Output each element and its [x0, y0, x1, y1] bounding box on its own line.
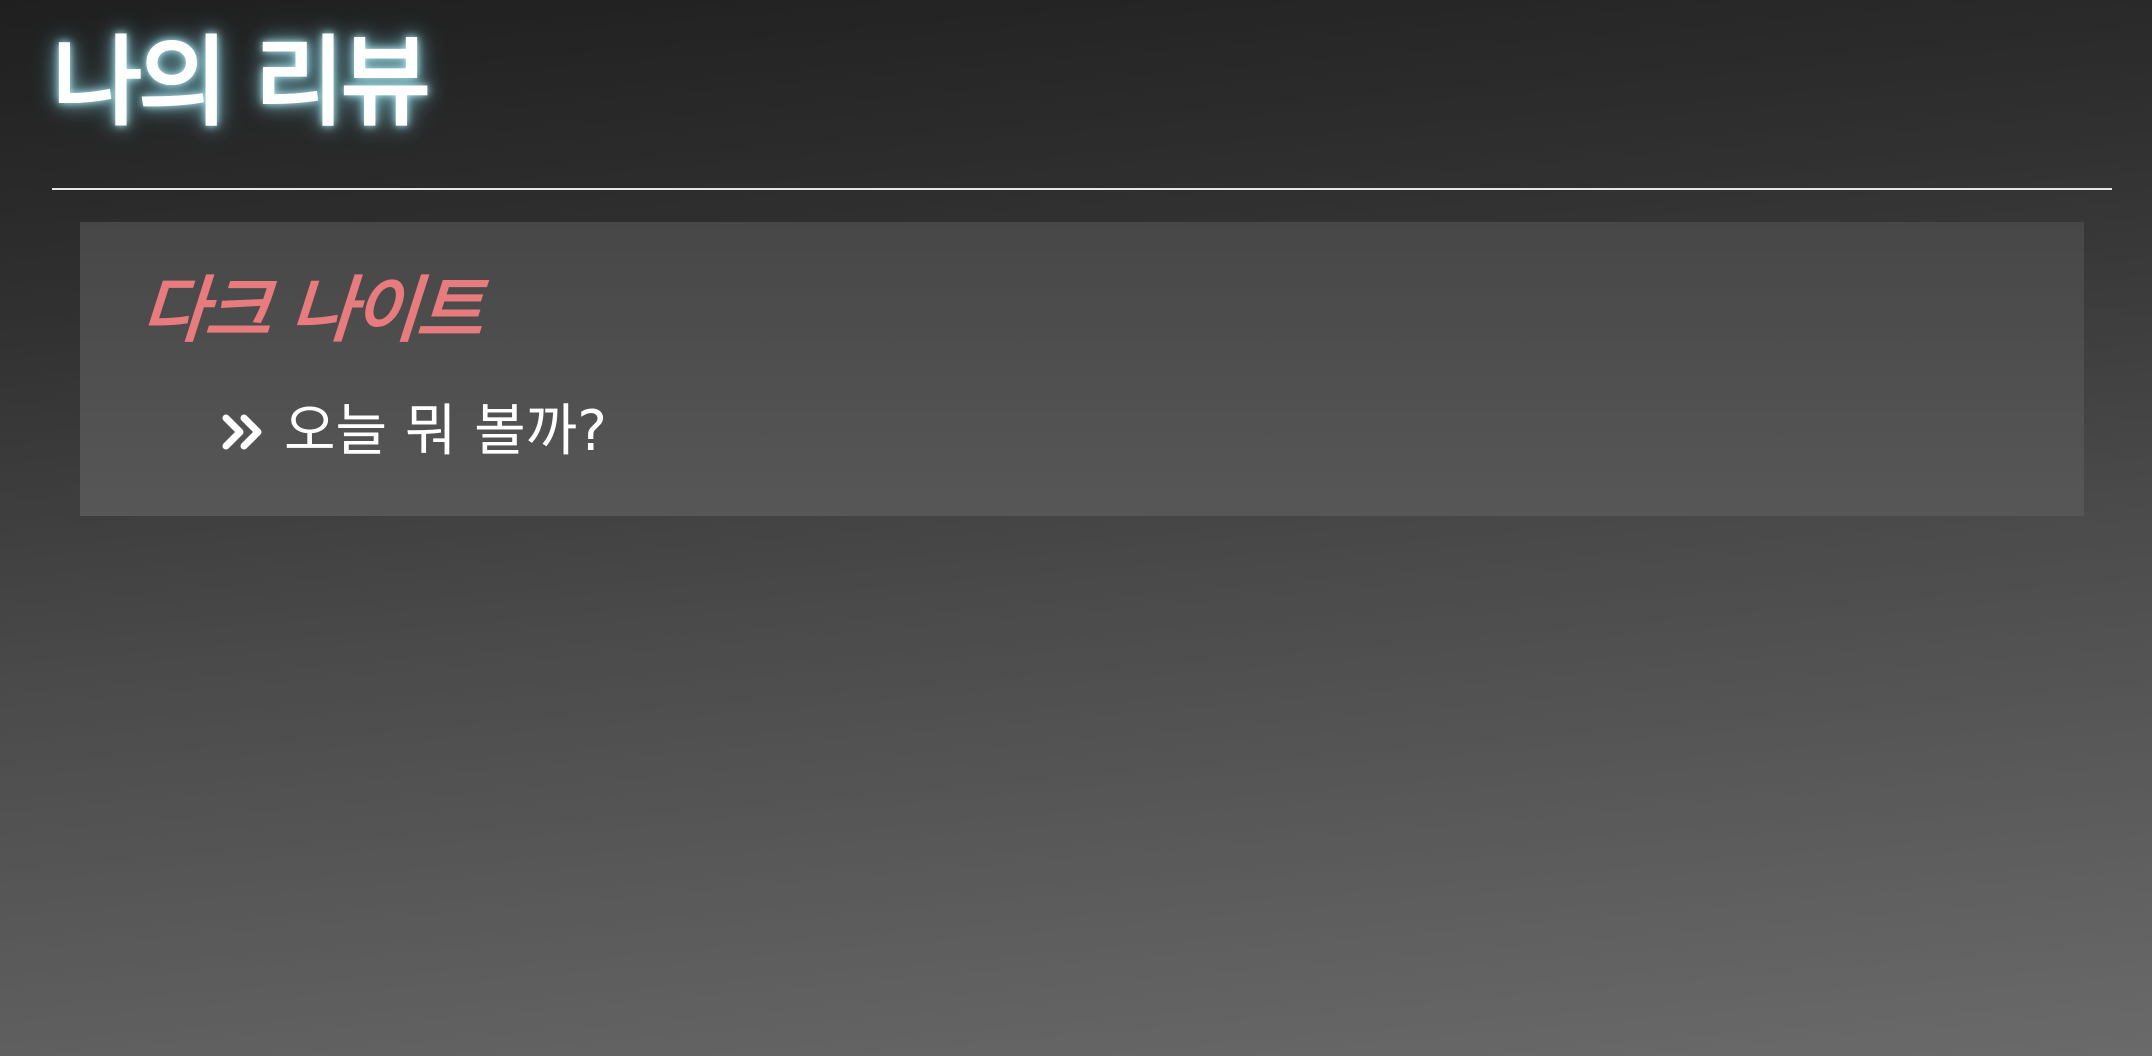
review-card[interactable]: 다크 나이트 오늘 뭐 볼까? [80, 222, 2084, 516]
double-chevron-right-icon [220, 410, 268, 454]
page-header: 나의 리뷰 [52, 0, 2112, 190]
review-line: 오늘 뭐 볼까? [220, 392, 607, 472]
review-text: 오늘 뭐 볼까? [284, 399, 607, 464]
movie-title: 다크 나이트 [139, 268, 484, 352]
page-title: 나의 리뷰 [52, 26, 431, 140]
